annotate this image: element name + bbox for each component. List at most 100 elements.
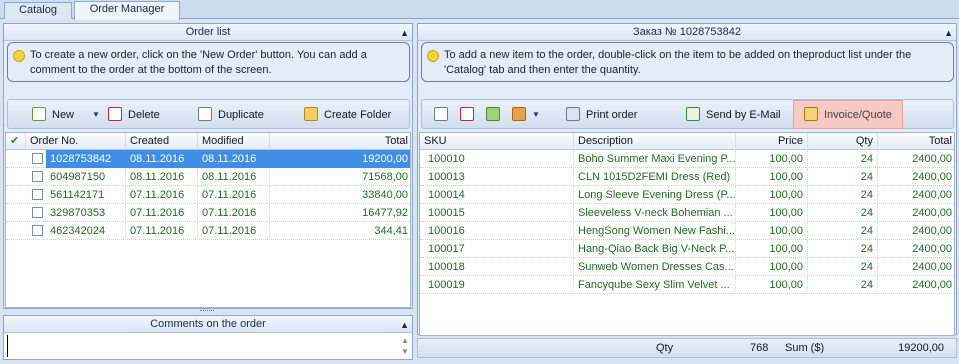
print-order-button[interactable]: Print order <box>566 105 637 125</box>
new-order-button[interactable]: New <box>32 105 74 125</box>
new-order-dropdown-icon[interactable]: ▼ <box>92 105 100 125</box>
order-detail-toolbar: ▼ Print order Send by E-Mail Invoice/Quo… <box>421 99 954 129</box>
sku-cell: 100019 <box>420 276 574 294</box>
duplicate-icon <box>198 107 212 121</box>
modified-cell: 08.11.2016 <box>198 168 270 186</box>
row-checkbox[interactable] <box>32 189 43 200</box>
total-cell: 19200,00 <box>270 150 410 168</box>
remove-item-button[interactable] <box>460 105 474 125</box>
move-items-button[interactable] <box>486 105 500 125</box>
row-checkbox[interactable] <box>32 207 43 218</box>
description-cell: Hang-Qiao Back Big V-Neck P... <box>574 240 736 258</box>
column-modified[interactable]: Modified <box>198 133 270 150</box>
printer-icon <box>566 107 580 121</box>
order-list-toolbar: New ▼ Delete Duplicate Create Folder <box>7 99 410 129</box>
print-order-label: Print order <box>586 109 638 121</box>
order-row[interactable]: 604987150 08.11.2016 08.11.2016 71568,00 <box>6 168 410 186</box>
order-detail-hint-text: To add a new item to the order, double-c… <box>444 49 912 76</box>
order-row[interactable]: 1028753842 08.11.2016 08.11.2016 19200,0… <box>6 150 410 168</box>
modified-cell: 07.11.2016 <box>198 186 270 204</box>
order-totals-footer: Qty 768 Sum ($) 19200,00 <box>417 338 957 358</box>
item-row[interactable]: 100015 Sleeveless V-neck Bohemian ... 10… <box>420 204 954 222</box>
order-list-hint: To create a new order, click on the 'New… <box>7 42 410 82</box>
column-item-total[interactable]: Total <box>878 133 954 150</box>
column-created[interactable]: Created <box>126 133 198 150</box>
item-total-cell: 2400,00 <box>912 261 952 273</box>
send-email-button[interactable]: Send by E-Mail <box>686 105 781 125</box>
comments-scrollbar[interactable]: ▲ ▼ <box>400 335 410 357</box>
created-cell: 08.11.2016 <box>126 150 198 168</box>
invoice-icon <box>804 107 818 121</box>
tab-catalog[interactable]: Catalog <box>4 2 72 19</box>
item-row[interactable]: 100017 Hang-Qiao Back Big V-Neck P... 10… <box>420 240 954 258</box>
column-sku[interactable]: SKU <box>420 133 574 150</box>
item-row[interactable]: 100010 Boho Summer Maxi Evening P... 100… <box>420 150 954 168</box>
qty-cell: 24 <box>808 168 878 186</box>
row-checkbox[interactable] <box>32 225 43 236</box>
item-total-cell: 2400,00 <box>912 279 952 291</box>
row-checkbox[interactable] <box>32 153 43 164</box>
duplicate-order-button[interactable]: Duplicate <box>198 105 264 125</box>
column-price[interactable]: Price <box>736 133 808 150</box>
column-qty[interactable]: Qty <box>808 133 878 150</box>
create-folder-button[interactable]: Create Folder <box>304 105 391 125</box>
description-cell: Fancyqube Sexy Slim Velvet ... <box>574 276 736 294</box>
column-order-no[interactable]: Order No. <box>26 133 126 150</box>
collapse-up-icon[interactable]: ▲ <box>944 25 953 41</box>
delete-order-button[interactable]: Delete <box>108 105 160 125</box>
column-price-label: Price <box>777 135 803 147</box>
delete-icon <box>108 107 122 121</box>
invoice-quote-button[interactable]: Invoice/Quote <box>793 100 903 129</box>
lightbulb-icon <box>13 50 25 62</box>
column-created-label: Created <box>130 135 170 147</box>
add-item-button[interactable] <box>434 105 448 125</box>
item-row[interactable]: 100016 HengSong Women New Fashi... 100,0… <box>420 222 954 240</box>
order-row[interactable]: 329870353 07.11.2016 07.11.2016 16477,92 <box>6 204 410 222</box>
comments-input[interactable] <box>7 335 397 357</box>
modified-cell: 07.11.2016 <box>198 204 270 222</box>
export-icon <box>512 107 526 121</box>
order-items-grid-header: SKU Description Price Qty Total <box>420 133 954 150</box>
qty-total-value: 768 <box>750 342 769 354</box>
qty-total-label: Qty <box>656 342 674 354</box>
item-row[interactable]: 100019 Fancyqube Sexy Slim Velvet ... 10… <box>420 276 954 294</box>
price-cell: 100,00 <box>736 240 808 258</box>
export-button[interactable] <box>512 105 526 125</box>
export-dropdown-icon[interactable]: ▼ <box>532 105 540 125</box>
collapse-up-icon[interactable]: ▲ <box>400 317 409 333</box>
new-order-label: New <box>52 109 75 121</box>
order-row[interactable]: 462342024 07.11.2016 07.11.2016 344,41 <box>6 222 410 240</box>
description-cell: Sleeveless V-neck Bohemian ... <box>574 204 736 222</box>
duplicate-order-label: Duplicate <box>218 109 264 121</box>
order-detail-title: Заказ № 1028753842 <box>633 26 741 38</box>
order-list-grid-header: ✔ Order No. Created Modified Total <box>6 133 410 150</box>
column-total-label: Total <box>384 135 408 147</box>
column-total[interactable]: Total <box>270 133 410 150</box>
column-description[interactable]: Description <box>574 133 736 150</box>
create-folder-label: Create Folder <box>324 109 392 121</box>
item-row[interactable]: 100018 Sunweb Women Dresses Cas... 100,0… <box>420 258 954 276</box>
delete-order-label: Delete <box>128 109 160 121</box>
order-no-cell: 604987150 <box>46 168 126 186</box>
order-no-cell: 1028753842 <box>46 150 126 168</box>
order-detail-panel: Заказ № 1028753842 ▲ To add a new item t… <box>417 23 957 336</box>
created-cell: 08.11.2016 <box>126 168 198 186</box>
total-cell: 33840,00 <box>362 189 408 201</box>
splitter-handle[interactable] <box>200 310 214 313</box>
tab-order-manager-label: Order Manager <box>89 3 165 15</box>
order-row[interactable]: 561142171 07.11.2016 07.11.2016 33840,00 <box>6 186 410 204</box>
item-row[interactable]: 100014 Long Sleeve Evening Dress (P... 1… <box>420 186 954 204</box>
qty-cell: 24 <box>808 150 878 168</box>
price-cell: 100,00 <box>736 222 808 240</box>
number-document-icon <box>434 107 448 121</box>
remove-document-icon <box>460 107 474 121</box>
order-detail-header: Заказ № 1028753842 ▲ <box>418 24 956 41</box>
item-row[interactable]: 100013 CLN 1015D2FEMI Dress (Red) 100,00… <box>420 168 954 186</box>
collapse-up-icon[interactable]: ▲ <box>400 25 409 41</box>
column-item-total-label: Total <box>928 135 952 147</box>
comments-header: Comments on the order ▲ <box>4 316 412 333</box>
item-total-cell: 2400,00 <box>912 189 952 201</box>
item-total-cell: 2400,00 <box>912 207 952 219</box>
tab-order-manager[interactable]: Order Manager <box>74 1 180 20</box>
row-checkbox[interactable] <box>32 171 43 182</box>
